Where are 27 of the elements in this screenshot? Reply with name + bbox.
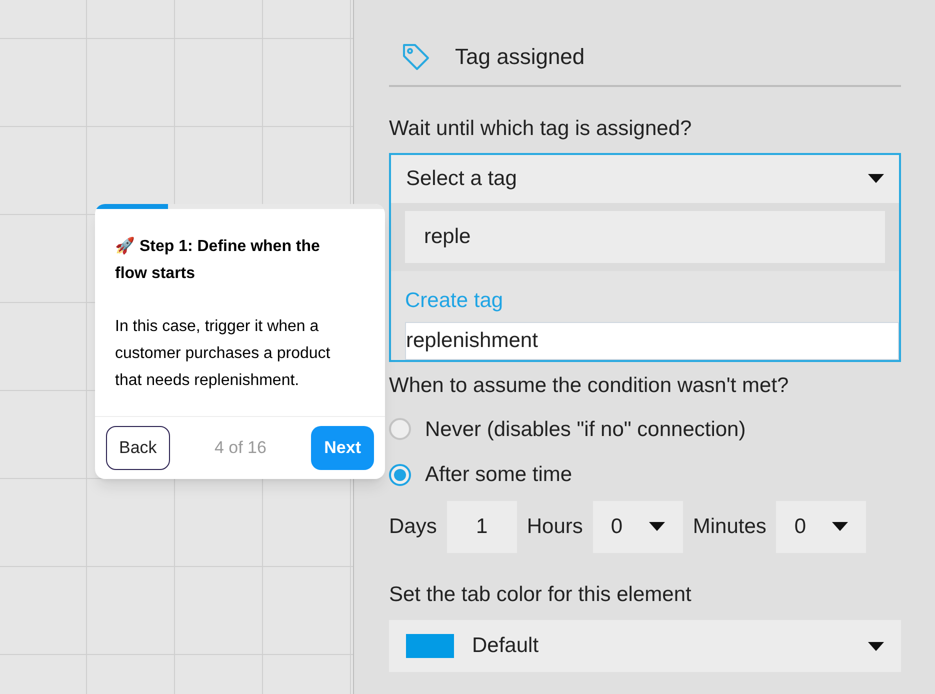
field-label: When to assume the condition wasn't met? — [389, 373, 790, 399]
radio-label: Never (disables "if no" connection) — [425, 416, 746, 442]
number-select[interactable]: 0 — [592, 500, 683, 552]
caret-icon — [868, 174, 884, 183]
duration-label: Minutes — [692, 514, 766, 540]
days-input[interactable]: 1 — [446, 500, 517, 552]
number-select[interactable]: 0 — [776, 500, 866, 552]
caret-icon — [832, 522, 848, 531]
tag-select[interactable]: Select a tag — [391, 154, 899, 202]
radio-button[interactable] — [389, 418, 411, 440]
tour-text: In this case, trigger it when a customer purchases a product that needs replenishment. — [115, 317, 332, 391]
tag-option[interactable]: replenishment — [405, 322, 899, 360]
tag-icon — [401, 42, 431, 72]
field-label: Wait until which tag is assigned? — [389, 116, 693, 142]
section-title: Tag assigned — [455, 43, 585, 71]
radio-button[interactable] — [389, 464, 411, 486]
step-counter: 4 of 16 — [214, 437, 266, 460]
tour-title: 🚀 Step 1: Define when the flow starts — [115, 236, 321, 284]
search-field[interactable]: reple — [405, 210, 885, 262]
caret-icon — [648, 522, 665, 531]
field-label: Set the tab color for this element — [389, 582, 692, 608]
color-select[interactable]: Default — [389, 620, 901, 672]
duration-label: Days — [389, 514, 437, 540]
radio-label: After some time — [425, 462, 572, 488]
caret-icon — [868, 642, 884, 650]
duration-label: Hours — [526, 514, 583, 540]
back-button[interactable]: Back — [106, 426, 170, 470]
